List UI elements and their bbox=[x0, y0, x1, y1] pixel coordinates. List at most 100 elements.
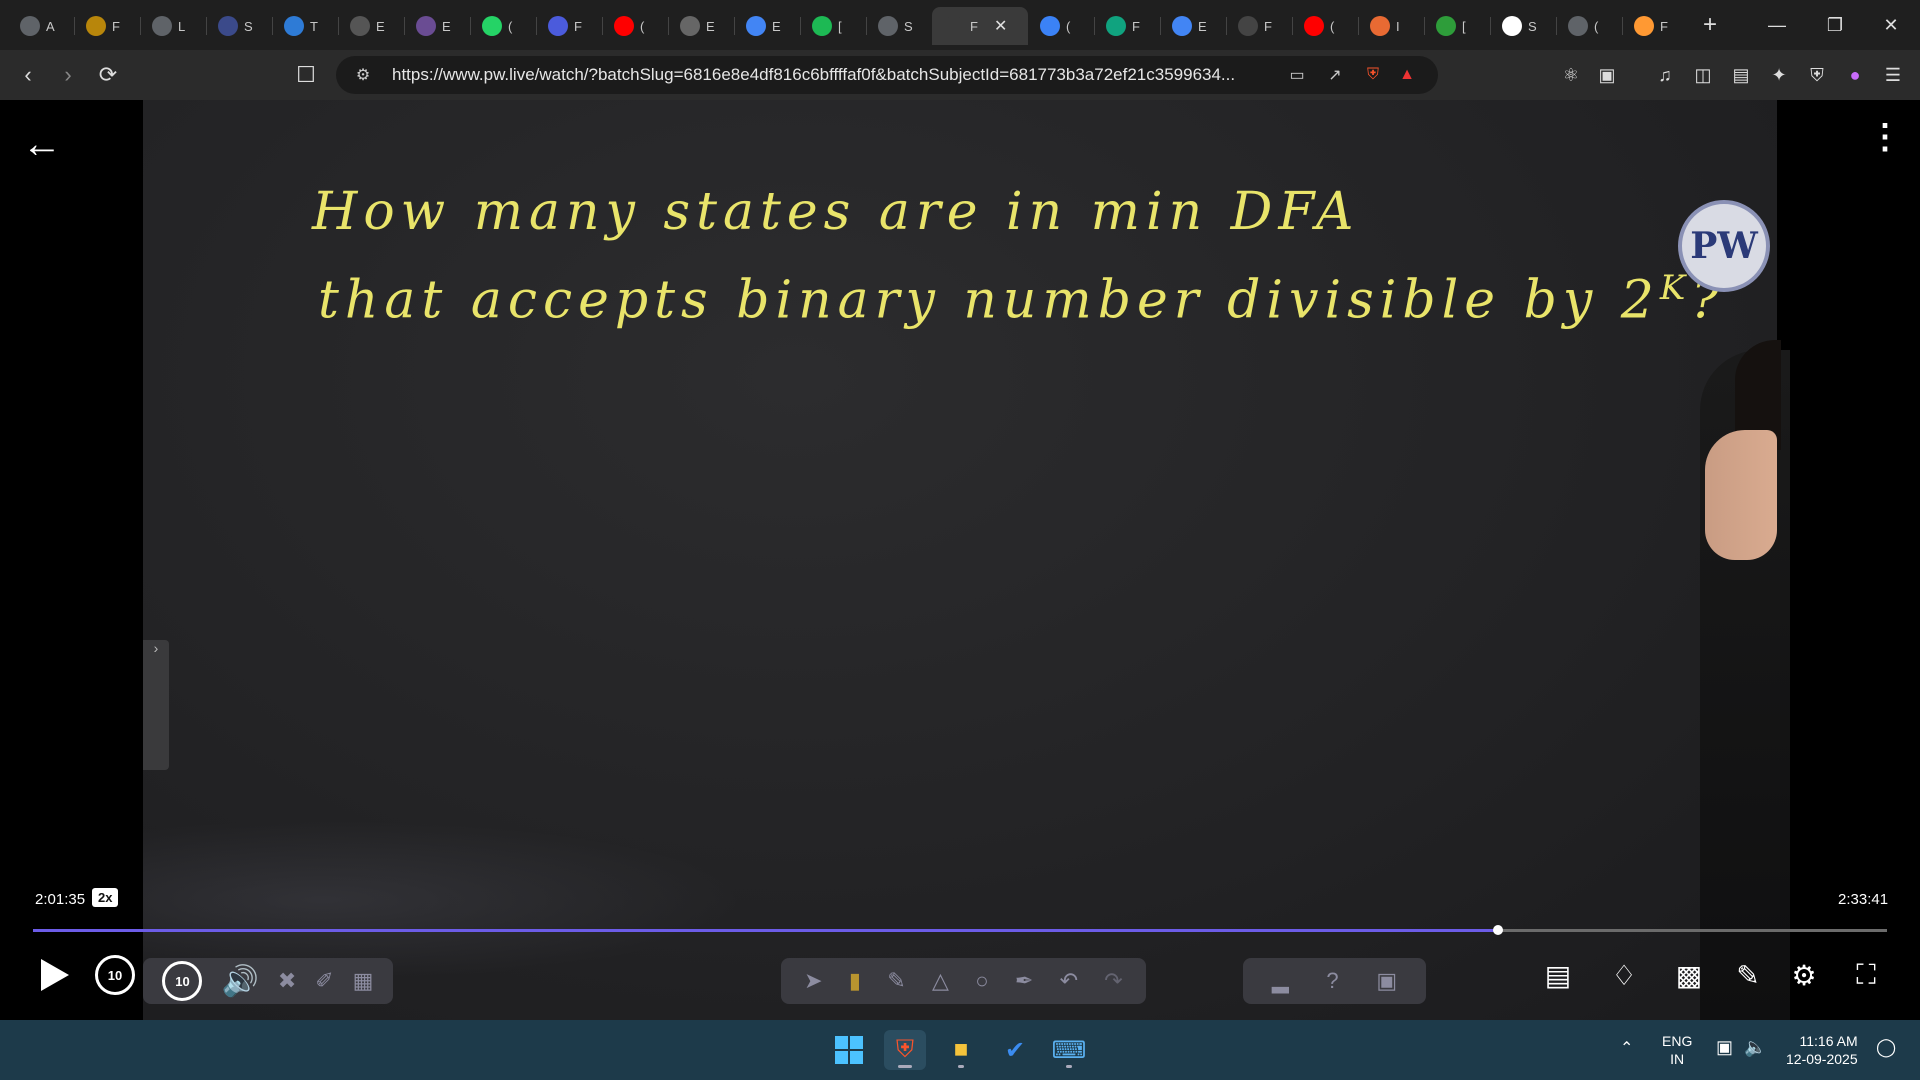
tab-title: F bbox=[970, 18, 978, 34]
network-icon[interactable]: ▣ bbox=[1716, 1038, 1733, 1056]
browser-tab[interactable]: ( bbox=[1556, 7, 1622, 45]
seek-bar-knob[interactable] bbox=[1492, 925, 1503, 935]
site-settings-icon[interactable]: ⚙ bbox=[348, 60, 378, 90]
browser-tab[interactable]: I bbox=[1358, 7, 1424, 45]
address-bar[interactable]: ⚙ https://www.pw.live/watch/?batchSlug=6… bbox=[336, 56, 1438, 94]
tool-image-icon[interactable]: ▦ bbox=[353, 968, 374, 994]
seek-bar[interactable] bbox=[33, 925, 1887, 935]
brave-browser-icon[interactable]: ⛨ bbox=[884, 1030, 926, 1070]
browser-tab[interactable]: S bbox=[1490, 7, 1556, 45]
pointer-icon[interactable]: ➤ bbox=[804, 968, 822, 994]
pw-logo: PW bbox=[1678, 200, 1770, 292]
tool-cross-icon[interactable]: ✖ bbox=[278, 968, 296, 994]
doubt-icon[interactable]: ? bbox=[1326, 968, 1338, 994]
reload-icon[interactable]: ⟳ bbox=[88, 55, 128, 95]
tool-pen-icon[interactable]: ✐ bbox=[315, 968, 333, 994]
input-language[interactable]: ENG IN bbox=[1662, 1032, 1692, 1068]
picture-in-picture-icon[interactable]: ▩ bbox=[1669, 955, 1709, 995]
interaction-tray: ▂ ? ▣ bbox=[1243, 958, 1426, 1004]
browser-tab[interactable]: S bbox=[866, 7, 932, 45]
file-explorer-icon[interactable]: ■ bbox=[940, 1030, 982, 1070]
browser-tab[interactable]: [ bbox=[800, 7, 866, 45]
browser-tab[interactable]: E bbox=[338, 7, 404, 45]
browser-tab[interactable]: L bbox=[140, 7, 206, 45]
brave-shields-icon[interactable]: ⛨ bbox=[1358, 60, 1388, 90]
browser-tab[interactable]: E bbox=[734, 7, 800, 45]
close-tab-icon[interactable]: ✕ bbox=[994, 16, 1007, 36]
browser-tab[interactable]: ( bbox=[1292, 7, 1358, 45]
url-text[interactable]: https://www.pw.live/watch/?batchSlug=681… bbox=[392, 65, 1272, 85]
running-indicator bbox=[958, 1065, 964, 1068]
browser-tab[interactable]: F bbox=[1226, 7, 1292, 45]
browser-tab[interactable]: F bbox=[1622, 7, 1688, 45]
keyboard-app-icon[interactable]: ⌨ bbox=[1048, 1030, 1090, 1070]
share-icon[interactable]: ↗ bbox=[1320, 60, 1350, 90]
circle-icon[interactable]: ○ bbox=[975, 968, 988, 994]
player-back-icon[interactable]: ← bbox=[22, 122, 62, 167]
translate-icon[interactable]: ♢ bbox=[1604, 955, 1644, 995]
browser-tab[interactable]: F bbox=[536, 7, 602, 45]
reader-icon[interactable]: ▣ bbox=[1588, 55, 1626, 95]
windows-start-icon[interactable] bbox=[828, 1030, 870, 1070]
restore-icon[interactable]: ❐ bbox=[1806, 0, 1864, 50]
back-icon[interactable]: ‹ bbox=[8, 55, 48, 95]
notes-icon[interactable]: ✎ bbox=[1728, 955, 1768, 995]
forward-icon[interactable]: › bbox=[48, 55, 88, 95]
fullscreen-icon[interactable]: ⛶ bbox=[1846, 955, 1886, 995]
profile-icon[interactable]: ● bbox=[1836, 55, 1874, 95]
tab-title: F bbox=[112, 18, 120, 34]
more-options-icon[interactable]: ⋮ bbox=[1868, 120, 1902, 154]
speaker-icon[interactable]: 🔈 bbox=[1744, 1038, 1766, 1056]
notifications-icon[interactable]: ◯ bbox=[1876, 1038, 1896, 1056]
browser-tab[interactable]: ( bbox=[602, 7, 668, 45]
browser-tab[interactable]: E bbox=[1160, 7, 1226, 45]
forward-10-button[interactable]: 10 bbox=[162, 961, 203, 1001]
redo-icon[interactable]: ↷ bbox=[1104, 968, 1122, 994]
browser-tab[interactable]: [ bbox=[1424, 7, 1490, 45]
video-player[interactable]: How many states are in min DFA that acce… bbox=[0, 100, 1920, 1020]
tab-strip: A F L S T E E(F(E E[S F ✕(F E F(I[S(F + bbox=[0, 0, 1920, 50]
show-hidden-icons[interactable]: ⌃ bbox=[1620, 1040, 1633, 1058]
side-panel-handle[interactable]: › bbox=[143, 640, 169, 770]
browser-tab[interactable]: A bbox=[8, 7, 74, 45]
highlighter-icon[interactable]: ▮ bbox=[849, 968, 861, 994]
new-tab-button[interactable]: + bbox=[1688, 6, 1732, 44]
music-icon[interactable]: ♫ bbox=[1646, 55, 1684, 95]
browser-tab[interactable]: T bbox=[272, 7, 338, 45]
extensions-icon[interactable]: ⚛ bbox=[1552, 55, 1590, 95]
browser-tab[interactable]: E bbox=[404, 7, 470, 45]
menu-icon[interactable]: ☰ bbox=[1874, 55, 1912, 95]
poll-icon[interactable]: ▂ bbox=[1272, 968, 1289, 994]
wallet-icon[interactable]: ▤ bbox=[1722, 55, 1760, 95]
bookmark-icon[interactable]: ☐ bbox=[286, 55, 326, 95]
browser-tab[interactable]: F ✕ bbox=[932, 7, 1028, 45]
marker-icon[interactable]: ✒ bbox=[1015, 968, 1033, 994]
browser-tab[interactable]: ( bbox=[1028, 7, 1094, 45]
settings-icon[interactable]: ⚙ bbox=[1784, 955, 1824, 995]
browser-tab[interactable]: E bbox=[668, 7, 734, 45]
play-button[interactable] bbox=[34, 955, 74, 995]
volume-icon[interactable]: 🔊 bbox=[221, 964, 258, 999]
browser-tab[interactable]: F bbox=[74, 7, 140, 45]
wp-icon bbox=[284, 16, 304, 36]
brave-rewards-icon[interactable]: ▲ bbox=[1392, 60, 1422, 90]
pencil-icon[interactable]: ✎ bbox=[887, 968, 905, 994]
browser-tab[interactable]: ( bbox=[470, 7, 536, 45]
undo-icon[interactable]: ↶ bbox=[1060, 968, 1078, 994]
todo-icon[interactable]: ✔ bbox=[994, 1030, 1036, 1070]
navigation-bar: ‹ › ⟳ ☐ ⚙ https://www.pw.live/watch/?bat… bbox=[0, 50, 1920, 100]
clock[interactable]: 11:16 AM 12-09-2025 bbox=[1786, 1032, 1858, 1068]
vpn-icon[interactable]: ⛨ bbox=[1798, 55, 1836, 95]
minimize-icon[interactable]: — bbox=[1748, 0, 1806, 50]
shape-icon[interactable]: △ bbox=[932, 968, 949, 994]
video-call-icon[interactable]: ▣ bbox=[1376, 968, 1397, 994]
close-window-icon[interactable]: ✕ bbox=[1862, 0, 1920, 50]
browser-tab[interactable]: S bbox=[206, 7, 272, 45]
rewind-10-button[interactable]: 10 bbox=[95, 955, 135, 995]
cast-icon[interactable]: ▭ bbox=[1282, 60, 1312, 90]
leo-icon[interactable]: ✦ bbox=[1760, 55, 1798, 95]
sidebar-icon[interactable]: ◫ bbox=[1684, 55, 1722, 95]
browser-tab[interactable]: F bbox=[1094, 7, 1160, 45]
playback-speed-badge[interactable]: 2x bbox=[92, 888, 119, 907]
chat-icon[interactable]: ▤ bbox=[1538, 955, 1578, 995]
